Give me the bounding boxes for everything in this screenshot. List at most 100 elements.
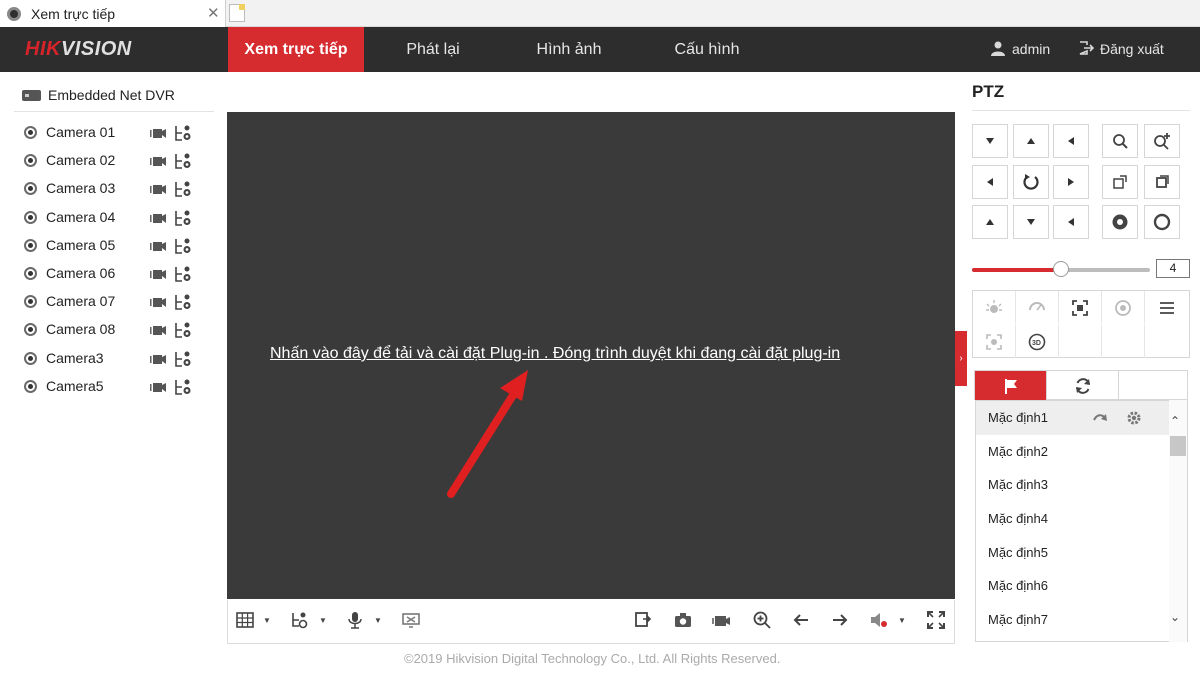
camera-snapshot-icon[interactable]	[673, 610, 693, 630]
nav-tab-picture[interactable]: Hình ảnh	[518, 27, 620, 72]
tab-presets[interactable]	[975, 371, 1047, 400]
start-live-view-icon[interactable]	[150, 183, 167, 195]
stream-select-icon[interactable]	[174, 265, 192, 283]
download-plugin-link[interactable]: Nhấn vào đây để tải và cài đặt Plug-in .…	[270, 345, 840, 363]
chevron-down-icon[interactable]: ▼	[263, 616, 271, 625]
ptz-auto-scan-button[interactable]	[1013, 165, 1049, 199]
nav-tab-live-view[interactable]: Xem trực tiếp	[228, 27, 364, 72]
display-icon[interactable]	[401, 610, 421, 630]
ptz-down-left-button[interactable]	[972, 205, 1008, 239]
nav-tab-playback[interactable]: Phát lại	[382, 27, 484, 72]
next-page-icon[interactable]	[830, 610, 850, 630]
device-root[interactable]: Embedded Net DVR	[22, 87, 175, 103]
ptz-up-right-button[interactable]	[1053, 124, 1089, 158]
stream-select-icon[interactable]	[174, 293, 192, 311]
camera-item[interactable]: Camera 04	[24, 207, 214, 235]
fullscreen-icon[interactable]	[926, 610, 946, 630]
camera-item[interactable]: Camera 05	[24, 235, 214, 263]
camera-name: Camera 03	[46, 180, 116, 197]
layout-grid-icon[interactable]	[235, 610, 255, 630]
3d-positioning-icon[interactable]: 3D	[1016, 325, 1059, 358]
stream-select-icon[interactable]	[174, 237, 192, 255]
ptz-left-button[interactable]	[972, 165, 1008, 199]
preset-item[interactable]: Mặc định5	[976, 536, 1187, 570]
scrollbar-thumb[interactable]	[1170, 436, 1186, 456]
start-live-view-icon[interactable]	[150, 296, 167, 308]
tab-patrols[interactable]	[1047, 371, 1119, 400]
zoom-in-button[interactable]	[1144, 124, 1180, 158]
iris-open-button[interactable]	[1102, 205, 1138, 239]
iris-close-button[interactable]	[1144, 205, 1180, 239]
ptz-down-button[interactable]	[1013, 205, 1049, 239]
refresh-icon	[1075, 377, 1090, 394]
light-icon[interactable]	[973, 291, 1016, 324]
camera-item[interactable]: Camera5	[24, 376, 214, 404]
stream-select-icon[interactable]	[174, 180, 192, 198]
call-preset-icon[interactable]	[1092, 410, 1108, 426]
preset-item[interactable]: Mặc định3	[976, 468, 1187, 502]
new-tab-icon[interactable]	[229, 4, 245, 22]
camera-item[interactable]: Camera3	[24, 348, 214, 376]
record-icon[interactable]	[712, 610, 732, 630]
camera-item[interactable]: Camera 01	[24, 122, 214, 150]
wiper-icon[interactable]	[1016, 291, 1059, 324]
close-tab-icon[interactable]: ✕	[207, 4, 220, 22]
camera-item[interactable]: Camera 06	[24, 263, 214, 291]
start-live-view-icon[interactable]	[150, 324, 167, 336]
camera-item[interactable]: Camera 02	[24, 150, 214, 178]
zoom-out-button[interactable]	[1102, 124, 1138, 158]
camera-item[interactable]: Camera 08	[24, 319, 214, 347]
gear-icon[interactable]	[1126, 410, 1142, 426]
camera-item[interactable]: Camera 03	[24, 178, 214, 206]
start-live-view-icon[interactable]	[150, 127, 167, 139]
previous-page-icon[interactable]	[791, 610, 811, 630]
chevron-down-icon[interactable]: ▼	[374, 616, 382, 625]
stream-select-icon[interactable]	[174, 350, 192, 368]
auxiliary-focus-icon[interactable]	[1059, 291, 1102, 324]
chevron-down-icon[interactable]: ▼	[898, 616, 906, 625]
capture-all-icon[interactable]	[633, 610, 653, 630]
camera-favicon-icon	[7, 7, 21, 21]
microphone-icon[interactable]	[345, 610, 365, 630]
start-live-view-icon[interactable]	[150, 381, 167, 393]
audio-volume-icon[interactable]	[869, 610, 889, 630]
lens-init-icon[interactable]	[1102, 291, 1145, 324]
collapse-panel-button[interactable]: ›	[955, 331, 967, 386]
ptz-up-button[interactable]	[1013, 124, 1049, 158]
browser-tab[interactable]: Xem trực tiếp ✕	[0, 0, 226, 28]
preset-item[interactable]: Mặc định1	[976, 401, 1187, 435]
stream-select-icon[interactable]	[174, 378, 192, 396]
stream-select-icon[interactable]	[174, 124, 192, 142]
preset-item[interactable]: Mặc định6	[976, 569, 1187, 603]
start-live-view-icon[interactable]	[150, 212, 167, 224]
preset-item[interactable]: Mặc định4	[976, 502, 1187, 536]
camera-item[interactable]: Camera 07	[24, 291, 214, 319]
user-menu[interactable]: admin	[990, 40, 1050, 57]
start-live-view-icon[interactable]	[150, 353, 167, 365]
nav-tab-configuration[interactable]: Cấu hình	[656, 27, 758, 72]
ptz-down-right-button[interactable]	[1053, 205, 1089, 239]
live-view-window[interactable]: Nhấn vào đây để tải và cài đặt Plug-in .…	[227, 112, 955, 599]
start-live-view-icon[interactable]	[150, 155, 167, 167]
stream-select-icon[interactable]	[174, 321, 192, 339]
start-live-view-icon[interactable]	[150, 240, 167, 252]
scroll-down-icon[interactable]: ⌄	[1170, 610, 1180, 624]
tab-pattern[interactable]	[1119, 371, 1191, 400]
focus-far-button[interactable]	[1144, 165, 1180, 199]
ptz-speed-slider-handle[interactable]	[1053, 261, 1069, 277]
manual-tracking-icon[interactable]	[973, 325, 1016, 358]
stream-select-icon[interactable]	[174, 209, 192, 227]
start-live-view-icon[interactable]	[150, 268, 167, 280]
stream-select-icon[interactable]	[174, 152, 192, 170]
menu-icon[interactable]	[1145, 291, 1188, 324]
ptz-right-button[interactable]	[1053, 165, 1089, 199]
ptz-up-left-button[interactable]	[972, 124, 1008, 158]
digital-zoom-icon[interactable]	[752, 610, 772, 630]
logout-button[interactable]: Đăng xuất	[1078, 40, 1164, 57]
preset-item[interactable]: Mặc định2	[976, 435, 1187, 469]
chevron-down-icon[interactable]: ▼	[319, 616, 327, 625]
scroll-up-icon[interactable]: ⌃	[1170, 414, 1180, 428]
preset-item[interactable]: Mặc định7	[976, 603, 1187, 637]
focus-near-button[interactable]	[1102, 165, 1138, 199]
stream-type-icon[interactable]	[290, 610, 310, 630]
